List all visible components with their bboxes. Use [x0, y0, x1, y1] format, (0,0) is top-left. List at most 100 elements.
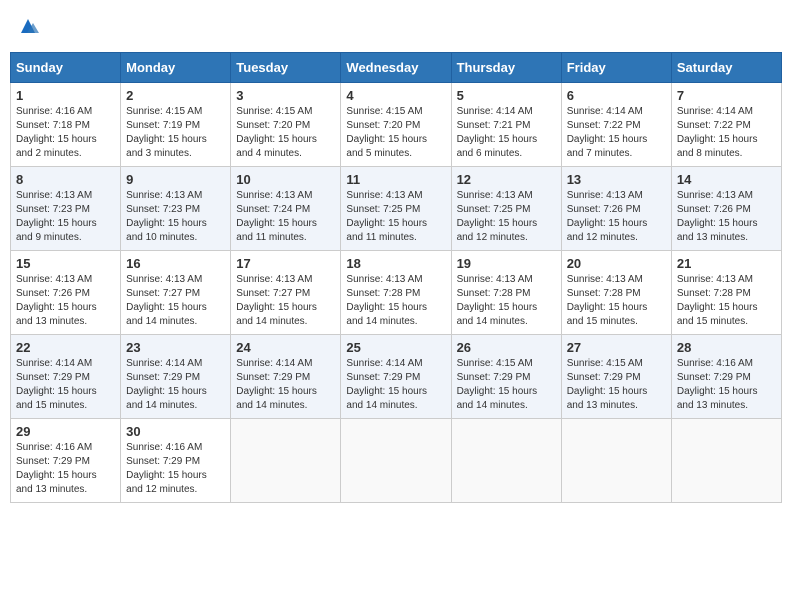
calendar-day-cell: 29 Sunrise: 4:16 AM Sunset: 7:29 PM Dayl…: [11, 419, 121, 503]
day-number: 16: [126, 256, 225, 271]
sunrise-label: Sunrise: 4:13 AM: [236, 274, 312, 285]
sunrise-label: Sunrise: 4:14 AM: [236, 358, 312, 369]
calendar-day-cell: 22 Sunrise: 4:14 AM Sunset: 7:29 PM Dayl…: [11, 335, 121, 419]
calendar-week-row: 22 Sunrise: 4:14 AM Sunset: 7:29 PM Dayl…: [11, 335, 782, 419]
day-number: 14: [677, 172, 776, 187]
calendar-day-cell: [671, 419, 781, 503]
day-number: 10: [236, 172, 335, 187]
daylight-label: Daylight: 15 hours and 10 minutes.: [126, 218, 207, 243]
day-number: 30: [126, 424, 225, 439]
calendar-day-cell: 1 Sunrise: 4:16 AM Sunset: 7:18 PM Dayli…: [11, 83, 121, 167]
day-info: Sunrise: 4:13 AM Sunset: 7:23 PM Dayligh…: [126, 189, 225, 245]
sunrise-label: Sunrise: 4:14 AM: [457, 106, 533, 117]
calendar-day-cell: [561, 419, 671, 503]
day-info: Sunrise: 4:13 AM Sunset: 7:26 PM Dayligh…: [567, 189, 666, 245]
calendar-day-cell: 10 Sunrise: 4:13 AM Sunset: 7:24 PM Dayl…: [231, 167, 341, 251]
day-info: Sunrise: 4:13 AM Sunset: 7:26 PM Dayligh…: [677, 189, 776, 245]
calendar-week-row: 15 Sunrise: 4:13 AM Sunset: 7:26 PM Dayl…: [11, 251, 782, 335]
calendar-day-cell: 23 Sunrise: 4:14 AM Sunset: 7:29 PM Dayl…: [121, 335, 231, 419]
sunset-label: Sunset: 7:22 PM: [677, 120, 751, 131]
day-number: 1: [16, 88, 115, 103]
day-number: 29: [16, 424, 115, 439]
daylight-label: Daylight: 15 hours and 7 minutes.: [567, 134, 648, 159]
sunset-label: Sunset: 7:27 PM: [126, 288, 200, 299]
sunset-label: Sunset: 7:23 PM: [126, 204, 200, 215]
sunrise-label: Sunrise: 4:14 AM: [346, 358, 422, 369]
calendar-day-cell: 16 Sunrise: 4:13 AM Sunset: 7:27 PM Dayl…: [121, 251, 231, 335]
day-of-week-header: Thursday: [451, 53, 561, 83]
sunset-label: Sunset: 7:29 PM: [126, 372, 200, 383]
sunrise-label: Sunrise: 4:13 AM: [567, 190, 643, 201]
day-info: Sunrise: 4:13 AM Sunset: 7:28 PM Dayligh…: [567, 273, 666, 329]
day-number: 7: [677, 88, 776, 103]
sunrise-label: Sunrise: 4:16 AM: [126, 442, 202, 453]
sunrise-label: Sunrise: 4:15 AM: [346, 106, 422, 117]
day-number: 24: [236, 340, 335, 355]
day-info: Sunrise: 4:13 AM Sunset: 7:28 PM Dayligh…: [346, 273, 445, 329]
sunrise-label: Sunrise: 4:14 AM: [16, 358, 92, 369]
day-number: 17: [236, 256, 335, 271]
sunset-label: Sunset: 7:29 PM: [346, 372, 420, 383]
sunrise-label: Sunrise: 4:13 AM: [126, 274, 202, 285]
calendar-day-cell: [451, 419, 561, 503]
sunset-label: Sunset: 7:20 PM: [236, 120, 310, 131]
sunrise-label: Sunrise: 4:14 AM: [677, 106, 753, 117]
page-header: [10, 10, 782, 42]
sunset-label: Sunset: 7:29 PM: [567, 372, 641, 383]
calendar-day-cell: 21 Sunrise: 4:13 AM Sunset: 7:28 PM Dayl…: [671, 251, 781, 335]
sunset-label: Sunset: 7:21 PM: [457, 120, 531, 131]
sunset-label: Sunset: 7:25 PM: [346, 204, 420, 215]
sunrise-label: Sunrise: 4:13 AM: [457, 274, 533, 285]
daylight-label: Daylight: 15 hours and 15 minutes.: [16, 386, 97, 411]
day-number: 11: [346, 172, 445, 187]
calendar-day-cell: 27 Sunrise: 4:15 AM Sunset: 7:29 PM Dayl…: [561, 335, 671, 419]
day-info: Sunrise: 4:16 AM Sunset: 7:18 PM Dayligh…: [16, 105, 115, 161]
sunrise-label: Sunrise: 4:13 AM: [346, 274, 422, 285]
logo: [15, 15, 39, 42]
sunset-label: Sunset: 7:28 PM: [677, 288, 751, 299]
daylight-label: Daylight: 15 hours and 15 minutes.: [567, 302, 648, 327]
sunrise-label: Sunrise: 4:13 AM: [677, 274, 753, 285]
day-info: Sunrise: 4:13 AM Sunset: 7:25 PM Dayligh…: [346, 189, 445, 245]
sunrise-label: Sunrise: 4:13 AM: [346, 190, 422, 201]
daylight-label: Daylight: 15 hours and 14 minutes.: [236, 386, 317, 411]
sunrise-label: Sunrise: 4:13 AM: [457, 190, 533, 201]
day-info: Sunrise: 4:13 AM Sunset: 7:25 PM Dayligh…: [457, 189, 556, 245]
day-number: 27: [567, 340, 666, 355]
day-info: Sunrise: 4:13 AM Sunset: 7:27 PM Dayligh…: [126, 273, 225, 329]
day-info: Sunrise: 4:13 AM Sunset: 7:27 PM Dayligh…: [236, 273, 335, 329]
calendar-day-cell: 3 Sunrise: 4:15 AM Sunset: 7:20 PM Dayli…: [231, 83, 341, 167]
day-number: 21: [677, 256, 776, 271]
day-number: 28: [677, 340, 776, 355]
day-info: Sunrise: 4:15 AM Sunset: 7:20 PM Dayligh…: [346, 105, 445, 161]
sunset-label: Sunset: 7:26 PM: [567, 204, 641, 215]
sunrise-label: Sunrise: 4:13 AM: [236, 190, 312, 201]
daylight-label: Daylight: 15 hours and 12 minutes.: [457, 218, 538, 243]
day-number: 9: [126, 172, 225, 187]
sunset-label: Sunset: 7:19 PM: [126, 120, 200, 131]
day-of-week-header: Saturday: [671, 53, 781, 83]
daylight-label: Daylight: 15 hours and 9 minutes.: [16, 218, 97, 243]
sunset-label: Sunset: 7:28 PM: [346, 288, 420, 299]
calendar-day-cell: 5 Sunrise: 4:14 AM Sunset: 7:21 PM Dayli…: [451, 83, 561, 167]
day-info: Sunrise: 4:13 AM Sunset: 7:28 PM Dayligh…: [457, 273, 556, 329]
daylight-label: Daylight: 15 hours and 14 minutes.: [126, 386, 207, 411]
sunrise-label: Sunrise: 4:15 AM: [236, 106, 312, 117]
calendar-day-cell: 24 Sunrise: 4:14 AM Sunset: 7:29 PM Dayl…: [231, 335, 341, 419]
day-number: 19: [457, 256, 556, 271]
calendar-day-cell: 6 Sunrise: 4:14 AM Sunset: 7:22 PM Dayli…: [561, 83, 671, 167]
day-of-week-header: Monday: [121, 53, 231, 83]
daylight-label: Daylight: 15 hours and 12 minutes.: [567, 218, 648, 243]
calendar-day-cell: 30 Sunrise: 4:16 AM Sunset: 7:29 PM Dayl…: [121, 419, 231, 503]
calendar-day-cell: 28 Sunrise: 4:16 AM Sunset: 7:29 PM Dayl…: [671, 335, 781, 419]
daylight-label: Daylight: 15 hours and 3 minutes.: [126, 134, 207, 159]
day-number: 5: [457, 88, 556, 103]
sunset-label: Sunset: 7:29 PM: [677, 372, 751, 383]
sunset-label: Sunset: 7:28 PM: [457, 288, 531, 299]
day-number: 22: [16, 340, 115, 355]
day-info: Sunrise: 4:14 AM Sunset: 7:21 PM Dayligh…: [457, 105, 556, 161]
daylight-label: Daylight: 15 hours and 13 minutes.: [16, 470, 97, 495]
daylight-label: Daylight: 15 hours and 12 minutes.: [126, 470, 207, 495]
sunset-label: Sunset: 7:26 PM: [677, 204, 751, 215]
calendar-day-cell: 7 Sunrise: 4:14 AM Sunset: 7:22 PM Dayli…: [671, 83, 781, 167]
